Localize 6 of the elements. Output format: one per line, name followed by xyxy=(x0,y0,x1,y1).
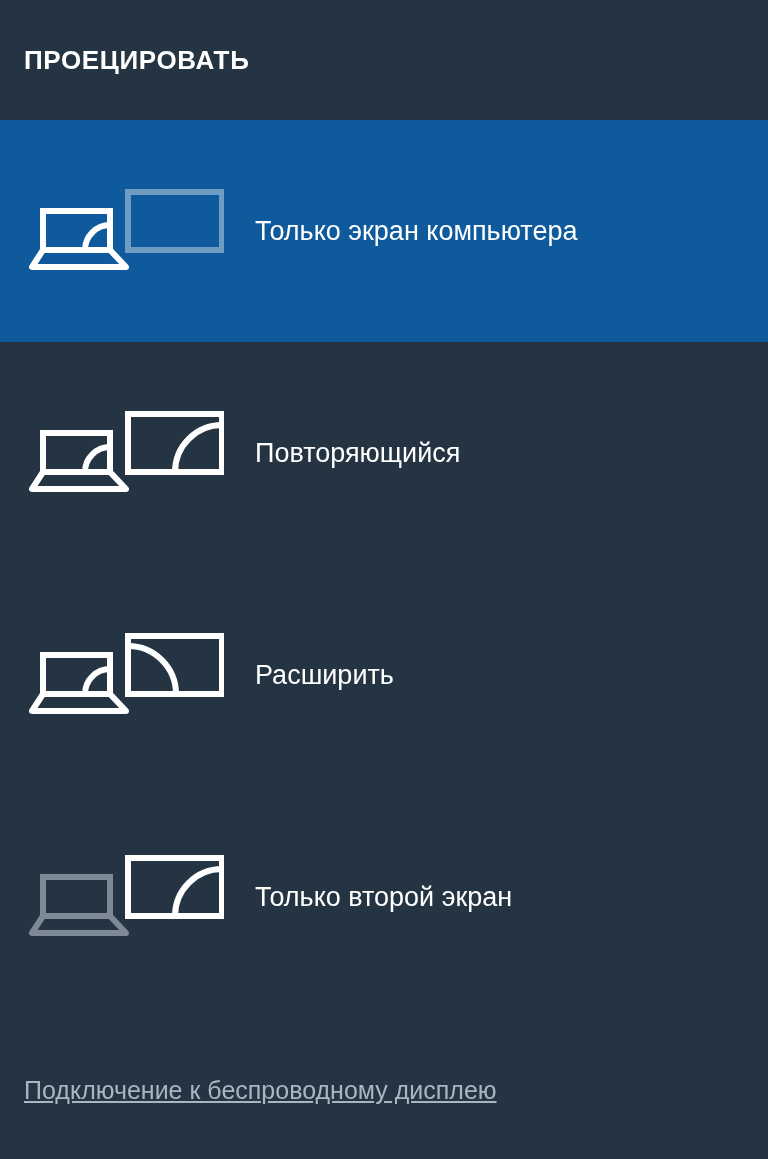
panel-title: ПРОЕЦИРОВАТЬ xyxy=(24,43,250,77)
projection-option[interactable]: Повторяющийся xyxy=(0,342,768,564)
projection-option[interactable]: Только экран компьютера xyxy=(0,120,768,342)
projection-option[interactable]: Расширить xyxy=(0,564,768,786)
projection-option[interactable]: Только второй экран xyxy=(0,786,768,1008)
wireless-display-link[interactable]: Подключение к беспроводному дисплею xyxy=(24,1071,497,1109)
